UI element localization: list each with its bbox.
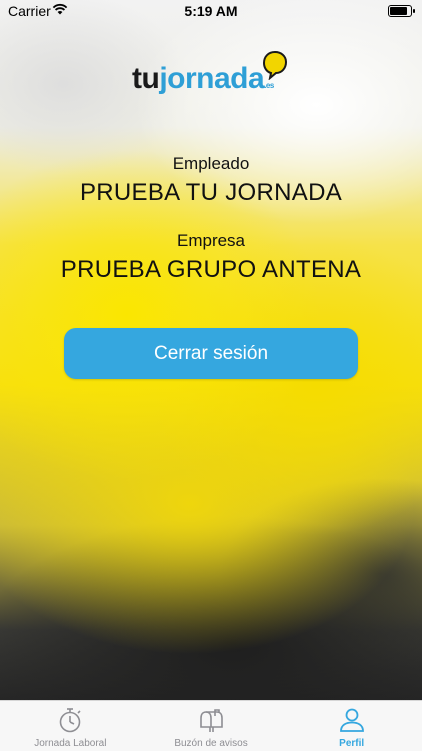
app-logo: tujornada.es [132, 62, 274, 106]
tab-label: Perfil [339, 738, 365, 749]
stopwatch-icon [57, 706, 83, 739]
mailbox-icon [197, 706, 225, 739]
employee-name: PRUEBA TU JORNADA [79, 179, 343, 206]
tab-perfil[interactable]: Perfil [281, 701, 422, 751]
tab-label: Buzón de avisos [174, 738, 248, 749]
company-label: Empresa [176, 231, 246, 250]
logout-button[interactable]: Cerrar sesión [64, 328, 358, 379]
clock: 5:19 AM [184, 3, 238, 19]
tab-buzon-de-avisos[interactable]: Buzón de avisos [141, 701, 282, 751]
tab-jornada-laboral[interactable]: Jornada Laboral [0, 701, 141, 751]
person-icon [338, 706, 366, 739]
logo-tu: tu [132, 62, 160, 95]
status-bar: Carrier 5:19 AM [0, 0, 422, 22]
tab-label: Jornada Laboral [34, 738, 107, 749]
employee-label: Empleado [172, 154, 250, 173]
logo-suffix: .es [264, 81, 274, 90]
logo-jornada: jornada [159, 62, 265, 95]
battery-icon [388, 5, 415, 17]
tab-bar: Jornada Laboral Buzón de avisos Perfil [0, 700, 422, 751]
company-name: PRUEBA GRUPO ANTENA [60, 256, 362, 283]
speech-bubble-icon [262, 50, 288, 80]
